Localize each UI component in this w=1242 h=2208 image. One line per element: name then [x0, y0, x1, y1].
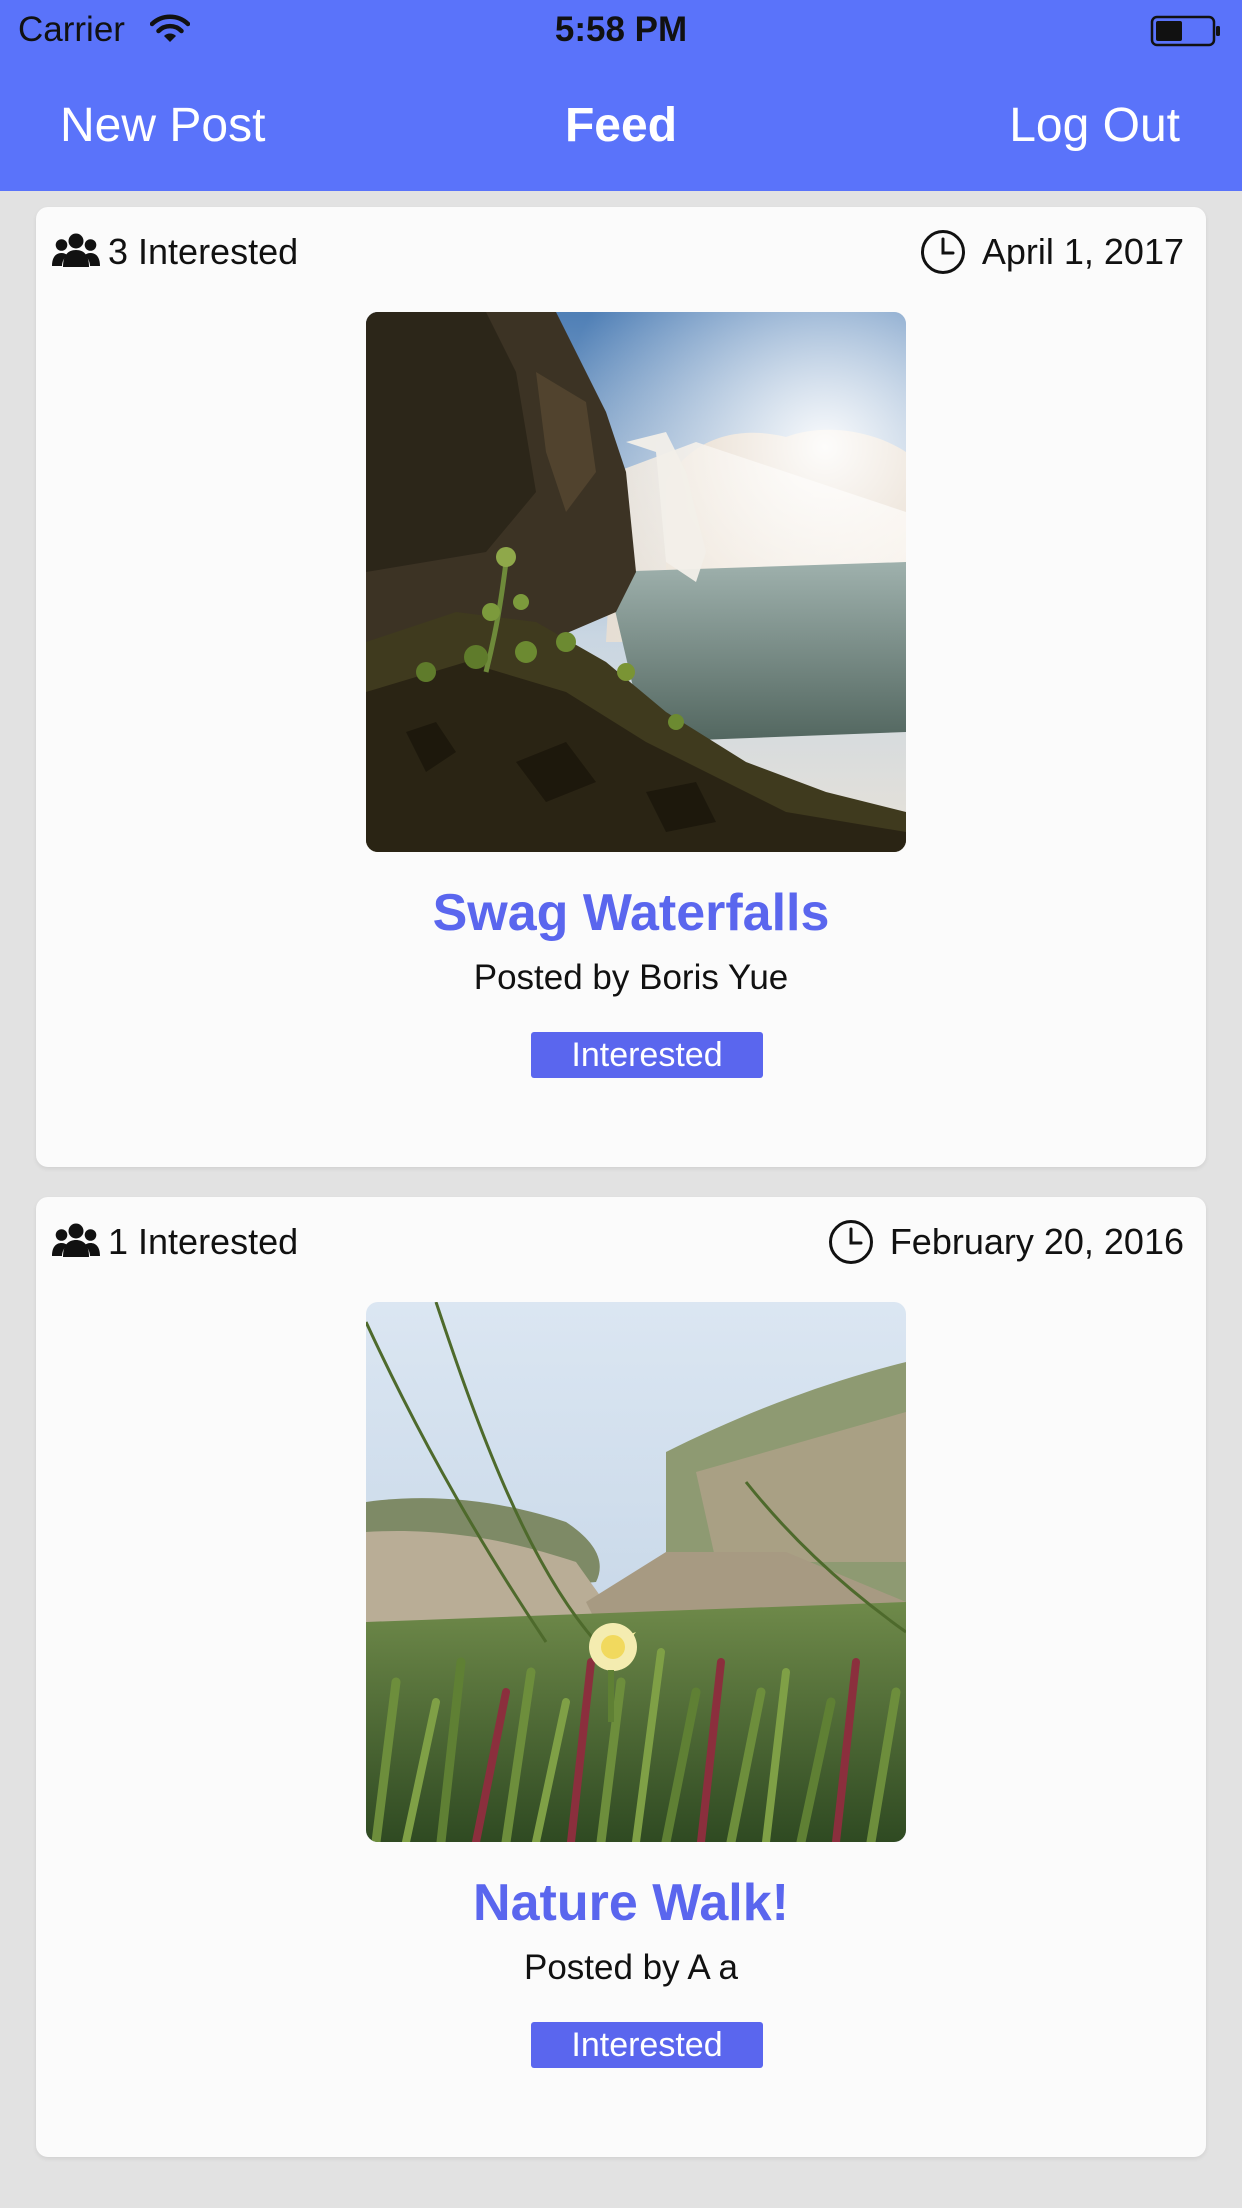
log-out-button[interactable]: Log Out [1009, 98, 1180, 153]
post-card[interactable]: 3 Interested April 1, 2017 Swag Waterfal… [36, 207, 1206, 1167]
post-title[interactable]: Nature Walk! [36, 1873, 1206, 1933]
beach-flower-photo[interactable] [366, 1302, 906, 1842]
post-date-label: April 1, 2017 [981, 231, 1184, 272]
navigation-bar: New Post Feed Log Out [0, 62, 1242, 191]
post-date-label: February 20, 2016 [889, 1221, 1184, 1262]
group-icon [52, 233, 100, 267]
interested-button[interactable]: Interested [531, 2022, 763, 2068]
post-date: February 20, 2016 [828, 1219, 1184, 1265]
app-screen: Carrier 5:58 PM New Post Feed Log Out 3 … [0, 0, 1242, 2208]
post-title[interactable]: Swag Waterfalls [36, 883, 1206, 943]
interested-count-label: 3 Interested [108, 231, 299, 272]
new-post-button[interactable]: New Post [60, 98, 265, 153]
post-card[interactable]: 1 Interested February 20, 2016 Nature Wa… [36, 1197, 1206, 2157]
interested-count-label: 1 Interested [108, 1221, 299, 1262]
status-time: 5:58 PM [554, 10, 688, 49]
group-icon [52, 1223, 100, 1257]
interested-count: 1 Interested [52, 1219, 298, 1265]
top-bar: Carrier 5:58 PM New Post Feed Log Out [0, 0, 1242, 191]
clock-icon [920, 230, 965, 274]
interested-count: 3 Interested [52, 229, 298, 275]
status-bar: Carrier 5:58 PM [0, 0, 1242, 62]
interested-button[interactable]: Interested [531, 1032, 763, 1078]
feed-list[interactable]: 3 Interested April 1, 2017 Swag Waterfal… [0, 191, 1242, 2208]
battery-icon [1150, 15, 1220, 47]
clock-icon [828, 1220, 873, 1264]
waterfall-photo[interactable] [366, 312, 906, 852]
post-author: Posted by A a [523, 1948, 739, 1987]
post-author: Posted by Boris Yue [473, 958, 789, 997]
post-date: April 1, 2017 [920, 229, 1184, 275]
